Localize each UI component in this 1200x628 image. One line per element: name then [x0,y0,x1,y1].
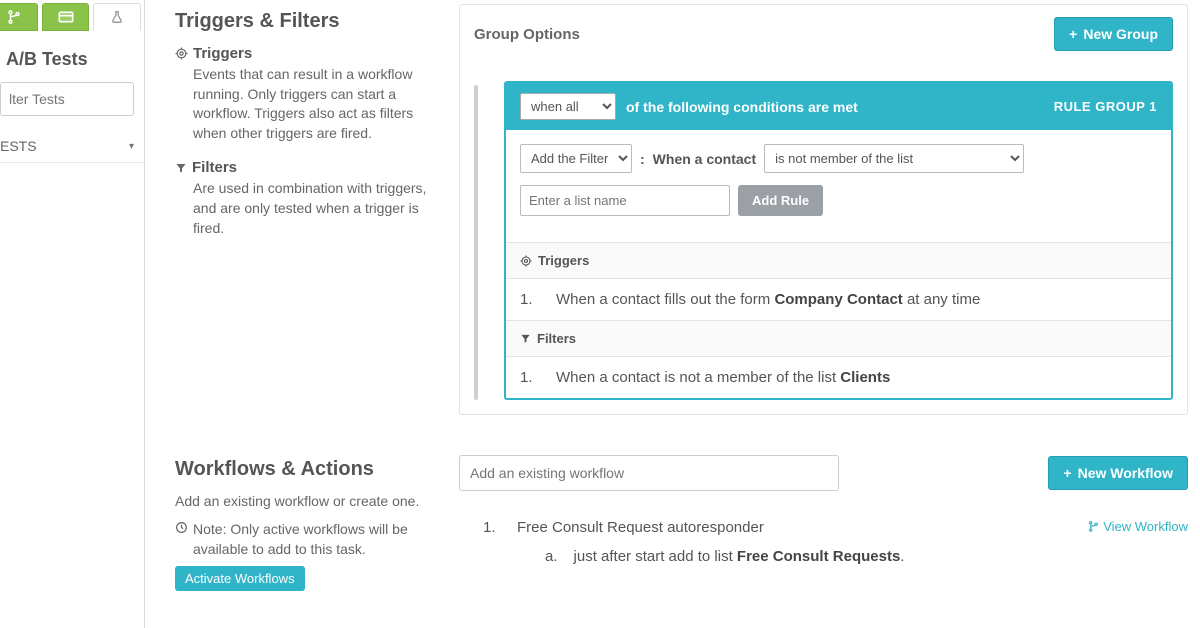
group-options-title: Group Options [474,26,580,43]
filter-row-item: 1. When a contact is not a member of the… [506,356,1171,398]
workflow-item: 1. Free Consult Request autoresponder a.… [483,519,1188,565]
workflows-note: Note: Only active workflows will be avai… [175,519,427,560]
filter-number: 1. [520,369,538,386]
list-name-input[interactable] [520,185,730,216]
filter-icon [520,333,531,344]
triggers-heading: Triggers [175,45,427,62]
target-icon [175,47,188,60]
main-panel: Group Options + New Group when all of th… [445,0,1200,628]
card-icon [58,10,74,24]
add-filter-select[interactable]: Add the Filter [520,144,632,173]
triggers-label: Triggers [193,45,252,62]
rule-group: when all of the following conditions are… [504,81,1173,400]
triggers-description: Events that can result in a workflow run… [193,65,427,143]
sidebar: A/B Tests ESTS ▾ [0,0,145,628]
membership-select[interactable]: is not member of the list [764,144,1024,173]
chevron-down-icon: ▾ [129,141,134,152]
trigger-number: 1. [520,291,538,308]
filters-heading: Filters [175,159,427,176]
view-workflow-link[interactable]: View Workflow [1088,519,1188,534]
triggers-subheader-label: Triggers [538,253,589,268]
filters-description: Are used in combination with triggers, a… [193,179,427,238]
filters-label: Filters [192,159,237,176]
sidebar-tab-flask[interactable] [93,3,141,31]
activate-workflows-button[interactable]: Activate Workflows [175,566,305,591]
add-rule-button[interactable]: Add Rule [738,185,823,216]
new-group-button[interactable]: + New Group [1054,17,1173,51]
info-column: Triggers & Filters Triggers Events that … [145,0,445,628]
workflows-note-text: Note: Only active workflows will be avai… [193,519,427,560]
rule-group-header: when all of the following conditions are… [506,83,1171,130]
sidebar-tab-card[interactable] [42,3,90,31]
sidebar-title: A/B Tests [0,31,144,80]
view-workflow-label: View Workflow [1103,519,1188,534]
rule-group-body: Add the Filter : When a contact is not m… [506,130,1171,242]
workflow-substep: a. just after start add to list Free Con… [545,548,1070,565]
colon-separator: : [640,151,645,167]
group-options-panel: Group Options + New Group when all of th… [459,4,1188,415]
flask-icon [110,9,124,25]
new-group-label: New Group [1083,26,1158,42]
sidebar-tab-branch[interactable] [0,3,38,31]
workflow-item-title: Free Consult Request autoresponder [517,519,764,536]
workflows-actions-text: Add an existing workflow or create one. [175,493,427,509]
when-select[interactable]: when all [520,93,616,120]
clock-icon [175,519,188,560]
when-suffix: of the following conditions are met [626,99,858,115]
sidebar-tabs [0,0,144,31]
trigger-row: 1. When a contact fills out the form Com… [506,278,1171,320]
rule-group-number: RULE GROUP 1 [1054,99,1157,114]
filter-text: When a contact is not a member of the li… [556,369,890,386]
branch-icon [7,9,21,25]
workflow-substep-text: just after start add to list Free Consul… [574,548,905,565]
workflow-item-number: 1. [483,519,499,536]
branch-icon [1088,520,1099,533]
trigger-text: When a contact fills out the form Compan… [556,291,980,308]
sidebar-item-tests[interactable]: ESTS ▾ [0,130,144,163]
workflows-actions-title: Workflows & Actions [175,458,427,481]
sidebar-item-label: ESTS [0,138,37,154]
add-workflow-input[interactable] [459,455,839,491]
when-contact-label: When a contact [653,151,756,167]
new-workflow-label: New Workflow [1078,465,1173,481]
rule-group-handle[interactable] [474,85,478,400]
target-icon [520,255,532,267]
plus-icon: + [1063,465,1071,481]
sidebar-filter-input[interactable] [9,91,125,107]
workflow-list: 1. Free Consult Request autoresponder a.… [459,519,1188,565]
triggers-filters-title: Triggers & Filters [175,10,427,33]
workflows-top: + New Workflow [459,455,1188,491]
triggers-subheader: Triggers [506,242,1171,278]
workflow-substep-letter: a. [545,548,558,565]
filters-subheader: Filters [506,320,1171,356]
new-workflow-button[interactable]: + New Workflow [1048,456,1188,490]
sidebar-filter-wrapper [0,82,134,116]
filter-icon [175,162,187,174]
filters-subheader-label: Filters [537,331,576,346]
plus-icon: + [1069,26,1077,42]
